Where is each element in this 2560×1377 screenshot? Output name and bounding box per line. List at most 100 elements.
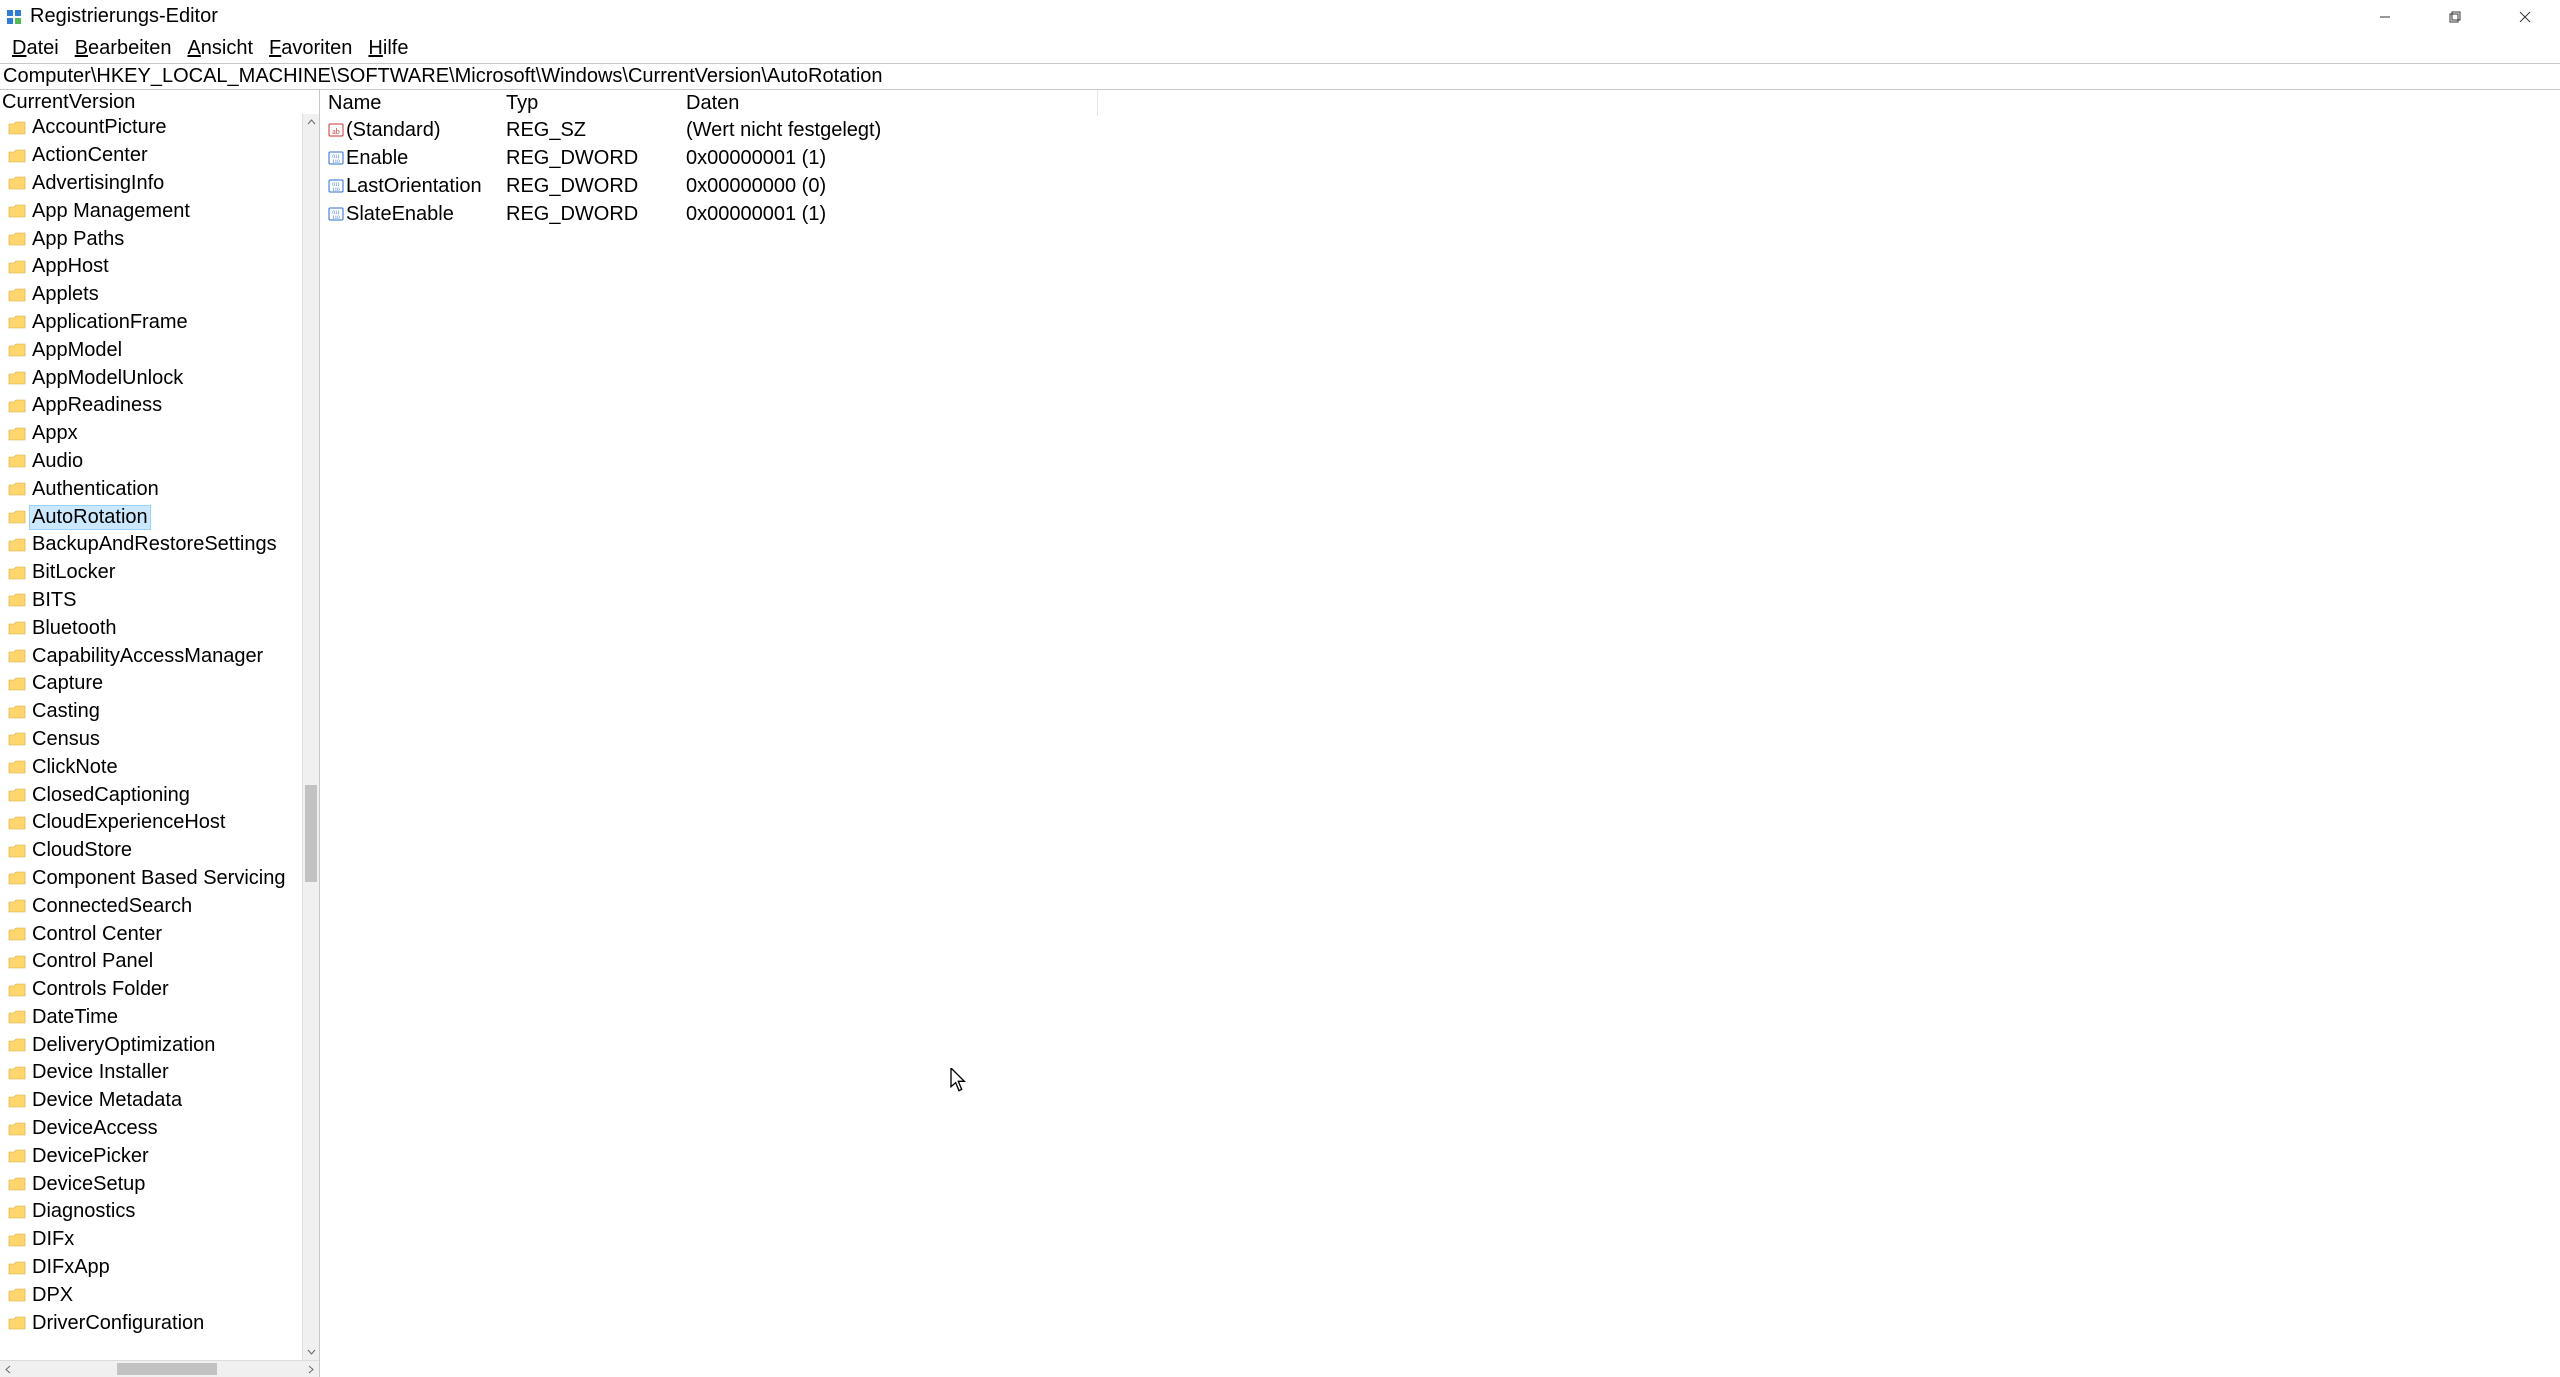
maximize-button[interactable] <box>2420 0 2490 34</box>
folder-icon <box>8 1177 26 1191</box>
tree-item-label: ClickNote <box>30 756 120 779</box>
scroll-thumb[interactable] <box>305 785 317 882</box>
folder-icon <box>8 1288 26 1302</box>
tree-item[interactable]: ConnectedSearch <box>0 892 319 920</box>
hscroll-thumb[interactable] <box>117 1363 217 1375</box>
tree-item-label: BITS <box>30 589 78 612</box>
tree-current-key[interactable]: CurrentVersion <box>0 90 319 114</box>
value-row[interactable]: 011110SlateEnableREG_DWORD0x00000001 (1) <box>320 200 2560 228</box>
tree-item[interactable]: Control Center <box>0 920 319 948</box>
folder-icon <box>8 149 26 163</box>
tree-item-label: DevicePicker <box>30 1145 151 1168</box>
values-list[interactable]: ab(Standard)REG_SZ(Wert nicht festgelegt… <box>320 116 2560 1377</box>
menu-file[interactable]: Datei <box>4 35 67 62</box>
menu-favorites[interactable]: Favoriten <box>261 35 360 62</box>
tree-item[interactable]: Component Based Servicing <box>0 865 319 893</box>
tree-item[interactable]: AccountPicture <box>0 114 319 142</box>
folder-icon <box>8 1010 26 1024</box>
tree-item-label: App Management <box>30 200 192 223</box>
value-row[interactable]: 011110EnableREG_DWORD0x00000001 (1) <box>320 144 2560 172</box>
tree-item-label: AppReadiness <box>30 394 164 417</box>
tree-item[interactable]: Diagnostics <box>0 1198 319 1226</box>
close-button[interactable] <box>2490 0 2560 34</box>
address-bar <box>0 63 2560 90</box>
tree-item[interactable]: CloudExperienceHost <box>0 809 319 837</box>
address-input[interactable] <box>0 64 2560 89</box>
column-header-name[interactable]: Name <box>320 90 498 116</box>
folder-icon <box>8 371 26 385</box>
column-header-data[interactable]: Daten <box>678 90 1098 116</box>
value-row[interactable]: 011110LastOrientationREG_DWORD0x00000000… <box>320 172 2560 200</box>
tree-item[interactable]: AppModel <box>0 336 319 364</box>
tree-item[interactable]: AppHost <box>0 253 319 281</box>
tree-item-label: Component Based Servicing <box>30 867 287 890</box>
scroll-right-button[interactable] <box>302 1361 319 1377</box>
menu-edit[interactable]: Bearbeiten <box>67 35 180 62</box>
tree-item-label: ActionCenter <box>30 144 150 167</box>
tree-item[interactable]: CloudStore <box>0 837 319 865</box>
tree-item[interactable]: Authentication <box>0 475 319 503</box>
tree-vertical-scrollbar[interactable] <box>302 114 319 1360</box>
svg-text:ab: ab <box>332 127 340 136</box>
tree-item[interactable]: DPX <box>0 1281 319 1309</box>
tree-item[interactable]: Device Installer <box>0 1059 319 1087</box>
hscroll-track[interactable] <box>17 1361 302 1377</box>
tree-item[interactable]: DevicePicker <box>0 1142 319 1170</box>
tree-item[interactable]: BITS <box>0 587 319 615</box>
value-data: 0x00000001 (1) <box>678 147 2560 170</box>
tree-item[interactable]: Applets <box>0 281 319 309</box>
scroll-down-button[interactable] <box>303 1343 319 1360</box>
tree-item-label: CapabilityAccessManager <box>30 645 265 668</box>
tree-item[interactable]: Capture <box>0 670 319 698</box>
column-header-type[interactable]: Typ <box>498 90 678 116</box>
value-name: Enable <box>346 147 408 170</box>
tree-item[interactable]: AppModelUnlock <box>0 364 319 392</box>
tree-item[interactable]: CapabilityAccessManager <box>0 642 319 670</box>
value-row[interactable]: ab(Standard)REG_SZ(Wert nicht festgelegt… <box>320 116 2560 144</box>
tree-item[interactable]: AppReadiness <box>0 392 319 420</box>
tree-item[interactable]: AdvertisingInfo <box>0 170 319 198</box>
scroll-up-button[interactable] <box>303 114 319 131</box>
scroll-left-button[interactable] <box>0 1361 17 1377</box>
tree-item[interactable]: ClickNote <box>0 753 319 781</box>
tree-item[interactable]: Device Metadata <box>0 1087 319 1115</box>
tree-item[interactable]: Audio <box>0 448 319 476</box>
folder-icon <box>8 983 26 997</box>
tree-item[interactable]: Bluetooth <box>0 614 319 642</box>
menu-help[interactable]: Hilfe <box>360 35 416 62</box>
value-type: REG_DWORD <box>498 175 678 198</box>
tree-item[interactable]: App Management <box>0 197 319 225</box>
tree-item[interactable]: DIFxApp <box>0 1254 319 1282</box>
tree-item[interactable]: ClosedCaptioning <box>0 781 319 809</box>
tree-horizontal-scrollbar[interactable] <box>0 1360 319 1377</box>
tree-item[interactable]: DeviceAccess <box>0 1115 319 1143</box>
tree-item[interactable]: App Paths <box>0 225 319 253</box>
tree-item-label: Control Panel <box>30 950 155 973</box>
tree-item[interactable]: BackupAndRestoreSettings <box>0 531 319 559</box>
tree-item[interactable]: AutoRotation <box>0 503 319 531</box>
value-type: REG_SZ <box>498 119 678 142</box>
tree-item[interactable]: Control Panel <box>0 948 319 976</box>
scroll-track[interactable] <box>303 131 319 1343</box>
tree-item[interactable]: DriverConfiguration <box>0 1309 319 1337</box>
value-type-icon: 011110 <box>328 150 344 166</box>
tree-item[interactable]: DeviceSetup <box>0 1170 319 1198</box>
tree-item[interactable]: BitLocker <box>0 559 319 587</box>
tree-item[interactable]: Controls Folder <box>0 976 319 1004</box>
tree-item[interactable]: DIFx <box>0 1226 319 1254</box>
tree-item-label: Appx <box>30 422 80 445</box>
minimize-button[interactable] <box>2350 0 2420 34</box>
tree-item[interactable]: ApplicationFrame <box>0 309 319 337</box>
tree-item-label: DeviceSetup <box>30 1173 147 1196</box>
menu-view[interactable]: Ansicht <box>179 35 261 62</box>
folder-icon <box>8 538 26 552</box>
tree-item[interactable]: Census <box>0 726 319 754</box>
tree-list[interactable]: AccountPictureActionCenter AdvertisingInf… <box>0 114 319 1337</box>
tree-item[interactable]: Casting <box>0 698 319 726</box>
tree-item-label: ClosedCaptioning <box>30 784 192 807</box>
tree-item[interactable]: Appx <box>0 420 319 448</box>
value-name: (Standard) <box>346 119 441 142</box>
tree-item[interactable]: DeliveryOptimization <box>0 1031 319 1059</box>
tree-item[interactable]: ActionCenter <box>0 142 319 170</box>
tree-item[interactable]: DateTime <box>0 1004 319 1032</box>
